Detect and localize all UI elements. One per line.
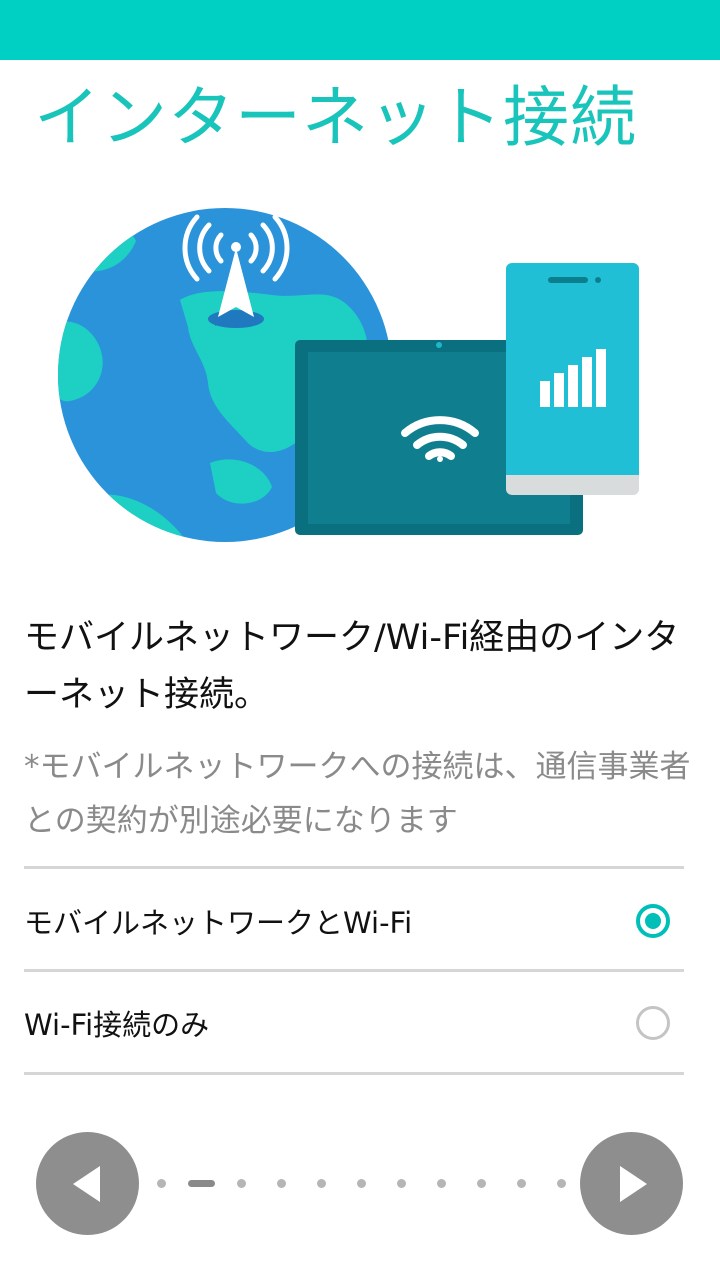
page-dot [157, 1179, 166, 1188]
radio-button-unselected[interactable] [636, 1006, 670, 1040]
page-dot [477, 1179, 486, 1188]
page-dot [237, 1179, 246, 1188]
page-dot [437, 1179, 446, 1188]
connection-illustration [58, 208, 639, 542]
page-dot [357, 1179, 366, 1188]
option-label: モバイルネットワークとWi-Fi [24, 906, 413, 940]
page-dot-active [188, 1180, 215, 1187]
divider [24, 1072, 684, 1075]
page-indicator [155, 1175, 566, 1191]
page-dot [317, 1179, 326, 1188]
triangle-right-icon [619, 1165, 647, 1202]
divider [24, 866, 684, 869]
status-bar [0, 0, 720, 60]
previous-button[interactable] [36, 1132, 139, 1235]
page-dot [277, 1179, 286, 1188]
page-dot [397, 1179, 406, 1188]
next-button[interactable] [580, 1132, 683, 1235]
page-title: インターネット接続 [34, 79, 637, 156]
connection-description: モバイルネットワーク/Wi-Fi経由のインターネット接続。 [24, 618, 680, 715]
divider [24, 969, 684, 972]
carrier-contract-note: *モバイルネットワークへの接続は、通信事業者との契約が別途必要になります [24, 749, 691, 839]
option-label: Wi-Fi接続のみ [24, 1008, 210, 1042]
radio-button-selected[interactable] [636, 904, 670, 938]
page-dot [557, 1179, 566, 1188]
option-wifi-only[interactable]: Wi-Fi接続のみ [24, 973, 684, 1073]
triangle-left-icon [72, 1165, 100, 1202]
option-mobile-and-wifi[interactable]: モバイルネットワークとWi-Fi [24, 871, 684, 971]
page-dot [517, 1179, 526, 1188]
